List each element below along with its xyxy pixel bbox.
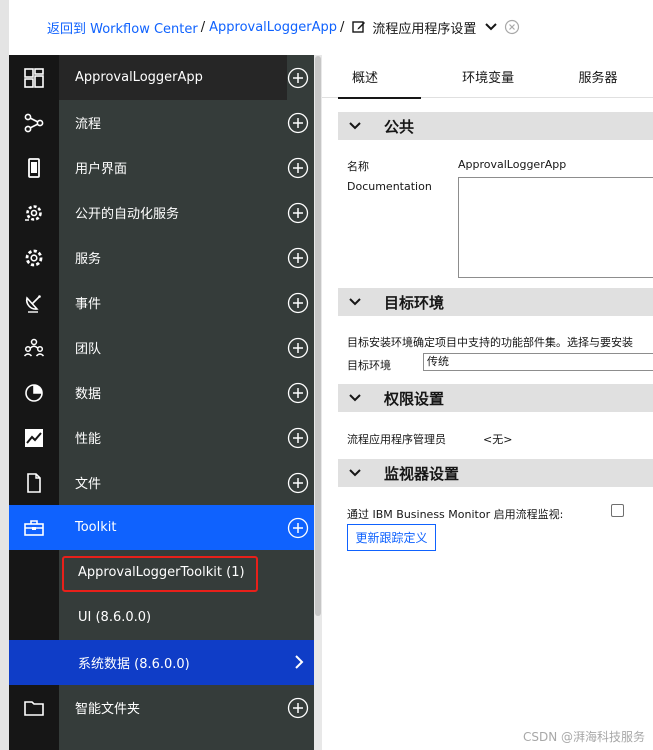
chevron-down-icon xyxy=(349,122,361,130)
sidebar-item-label: 事件 xyxy=(75,297,102,312)
file-icon xyxy=(9,460,59,505)
sidebar-item-files[interactable]: 文件 xyxy=(9,460,314,505)
service-gear-icon xyxy=(9,235,59,280)
add-icon[interactable] xyxy=(287,247,309,269)
sidebar-item-label: 公开的自动化服务 xyxy=(75,207,180,222)
toolkit-item-system-data[interactable]: 系统数据 (8.6.0.0) xyxy=(59,640,314,685)
update-tracking-definition-button[interactable]: 更新跟踪定义 xyxy=(347,524,436,551)
sidebar-item-smart-folder[interactable]: 智能文件夹 xyxy=(9,685,314,730)
section-target-env-header[interactable]: 目标环境 xyxy=(338,288,653,316)
documentation-textarea[interactable] xyxy=(458,177,653,278)
tab-overview[interactable]: 概述 xyxy=(322,55,433,99)
sidebar-item-label: 团队 xyxy=(75,342,102,357)
section-permissions-header[interactable]: 权限设置 xyxy=(338,384,653,412)
folder-icon xyxy=(9,685,59,730)
sidebar-item-label: 服务 xyxy=(75,252,102,267)
sidebar-item-label: 用户界面 xyxy=(75,162,128,177)
current-page-title: 流程应用程序设置 xyxy=(372,21,477,37)
add-icon[interactable] xyxy=(287,112,309,134)
section-monitor-header[interactable]: 监视器设置 xyxy=(338,459,653,487)
tab-environment-variables[interactable]: 环境变量 xyxy=(433,55,543,98)
add-icon[interactable] xyxy=(287,67,309,89)
app-admin-value[interactable]: <无> xyxy=(483,431,512,447)
add-icon[interactable] xyxy=(287,697,309,719)
add-icon[interactable] xyxy=(287,157,309,179)
sidebar-item-automation-services[interactable]: 公开的自动化服务 xyxy=(9,190,314,235)
add-icon[interactable] xyxy=(287,427,309,449)
target-env-input[interactable]: 传统 xyxy=(423,353,653,371)
sidebar-item-label: Toolkit xyxy=(75,520,117,535)
mobile-device-icon xyxy=(9,145,59,190)
sidebar-item-ui[interactable]: 用户界面 xyxy=(9,145,314,190)
toolkit-item-ui[interactable]: UI (8.6.0.0) xyxy=(59,595,314,640)
app-breadcrumb-link[interactable]: ApprovalLoggerApp xyxy=(209,20,337,35)
add-icon[interactable] xyxy=(287,202,309,224)
add-icon[interactable] xyxy=(287,382,309,404)
performance-chart-icon xyxy=(9,415,59,460)
left-edge-strip xyxy=(0,0,9,750)
sidebar-item-label: ApprovalLoggerApp xyxy=(59,55,287,100)
add-icon[interactable] xyxy=(287,472,309,494)
data-pie-icon xyxy=(9,370,59,415)
process-flow-icon xyxy=(9,100,59,145)
section-title: 目标环境 xyxy=(384,293,445,312)
toolkit-item-label: UI (8.6.0.0) xyxy=(78,610,152,625)
sidebar-item-performance[interactable]: 性能 xyxy=(9,415,314,460)
sidebar-item-toolkit[interactable]: Toolkit xyxy=(9,505,314,550)
toolkit-item-label: ApprovalLoggerToolkit (1) xyxy=(78,565,245,580)
app-admin-label: 流程应用程序管理员 xyxy=(347,433,446,446)
settings-tabs: 概述 环境变量 服务器 xyxy=(322,55,653,99)
sidebar-item-label: 性能 xyxy=(75,432,102,447)
breadcrumb: 返回到 Workflow Center / ApprovalLoggerApp … xyxy=(47,16,520,38)
sidebar-item-teams[interactable]: 团队 xyxy=(9,325,314,370)
dashboard-icon xyxy=(9,55,59,100)
chevron-down-icon[interactable] xyxy=(484,20,498,34)
sidebar-item-label: 文件 xyxy=(75,477,102,492)
sidebar-item-data[interactable]: 数据 xyxy=(9,370,314,415)
chevron-down-icon xyxy=(349,394,361,402)
add-icon[interactable] xyxy=(287,292,309,314)
breadcrumb-separator: / xyxy=(340,19,345,35)
enable-monitoring-label: 通过 IBM Business Monitor 启用流程监视: xyxy=(347,508,564,521)
sidebar-item-process[interactable]: 流程 xyxy=(9,100,314,145)
watermark-text: CSDN @湃海科技服务 xyxy=(522,730,645,744)
toolkit-item-approvallogger[interactable]: ApprovalLoggerToolkit (1) xyxy=(59,550,314,595)
toolkit-item-label: 系统数据 (8.6.0.0) xyxy=(78,657,190,672)
automation-gear-icon xyxy=(9,190,59,235)
close-circle-icon[interactable] xyxy=(504,19,520,35)
edit-icon xyxy=(352,21,366,33)
enable-monitoring-checkbox[interactable] xyxy=(611,504,624,517)
target-env-label: 目标环境 xyxy=(347,359,391,372)
tab-servers[interactable]: 服务器 xyxy=(543,55,653,98)
target-env-description: 目标安装环境确定项目中支持的功能部件集。选择与要安装 xyxy=(347,336,633,349)
documentation-label: Documentation xyxy=(347,180,432,193)
sidebar-item-label: 流程 xyxy=(75,117,102,132)
sidebar-item-label: 数据 xyxy=(75,387,102,402)
add-icon[interactable] xyxy=(287,337,309,359)
chevron-down-icon xyxy=(349,469,361,477)
sidebar-item-events[interactable]: 事件 xyxy=(9,280,314,325)
section-title: 权限设置 xyxy=(384,389,445,408)
section-title: 公共 xyxy=(384,117,415,136)
sidebar-scrollbar-thumb[interactable] xyxy=(315,56,321,616)
toolbox-icon xyxy=(9,505,59,550)
sidebar-item-services[interactable]: 服务 xyxy=(9,235,314,280)
selected-row-icon-area xyxy=(9,640,59,685)
section-public-header[interactable]: 公共 xyxy=(338,112,653,140)
add-icon[interactable] xyxy=(287,517,309,539)
back-to-workflow-center-link[interactable]: 返回到 Workflow Center xyxy=(47,18,198,37)
breadcrumb-separator: / xyxy=(200,19,206,35)
section-title: 监视器设置 xyxy=(384,464,460,483)
name-label: 名称 xyxy=(347,160,369,173)
chevron-right-icon xyxy=(295,655,304,669)
event-satellite-icon xyxy=(9,280,59,325)
sidebar-item-app[interactable]: ApprovalLoggerApp xyxy=(9,55,314,100)
name-value[interactable]: ApprovalLoggerApp xyxy=(458,158,566,171)
team-icon xyxy=(9,325,59,370)
sidebar-item-label: 智能文件夹 xyxy=(75,702,141,717)
chevron-down-icon xyxy=(349,298,361,306)
